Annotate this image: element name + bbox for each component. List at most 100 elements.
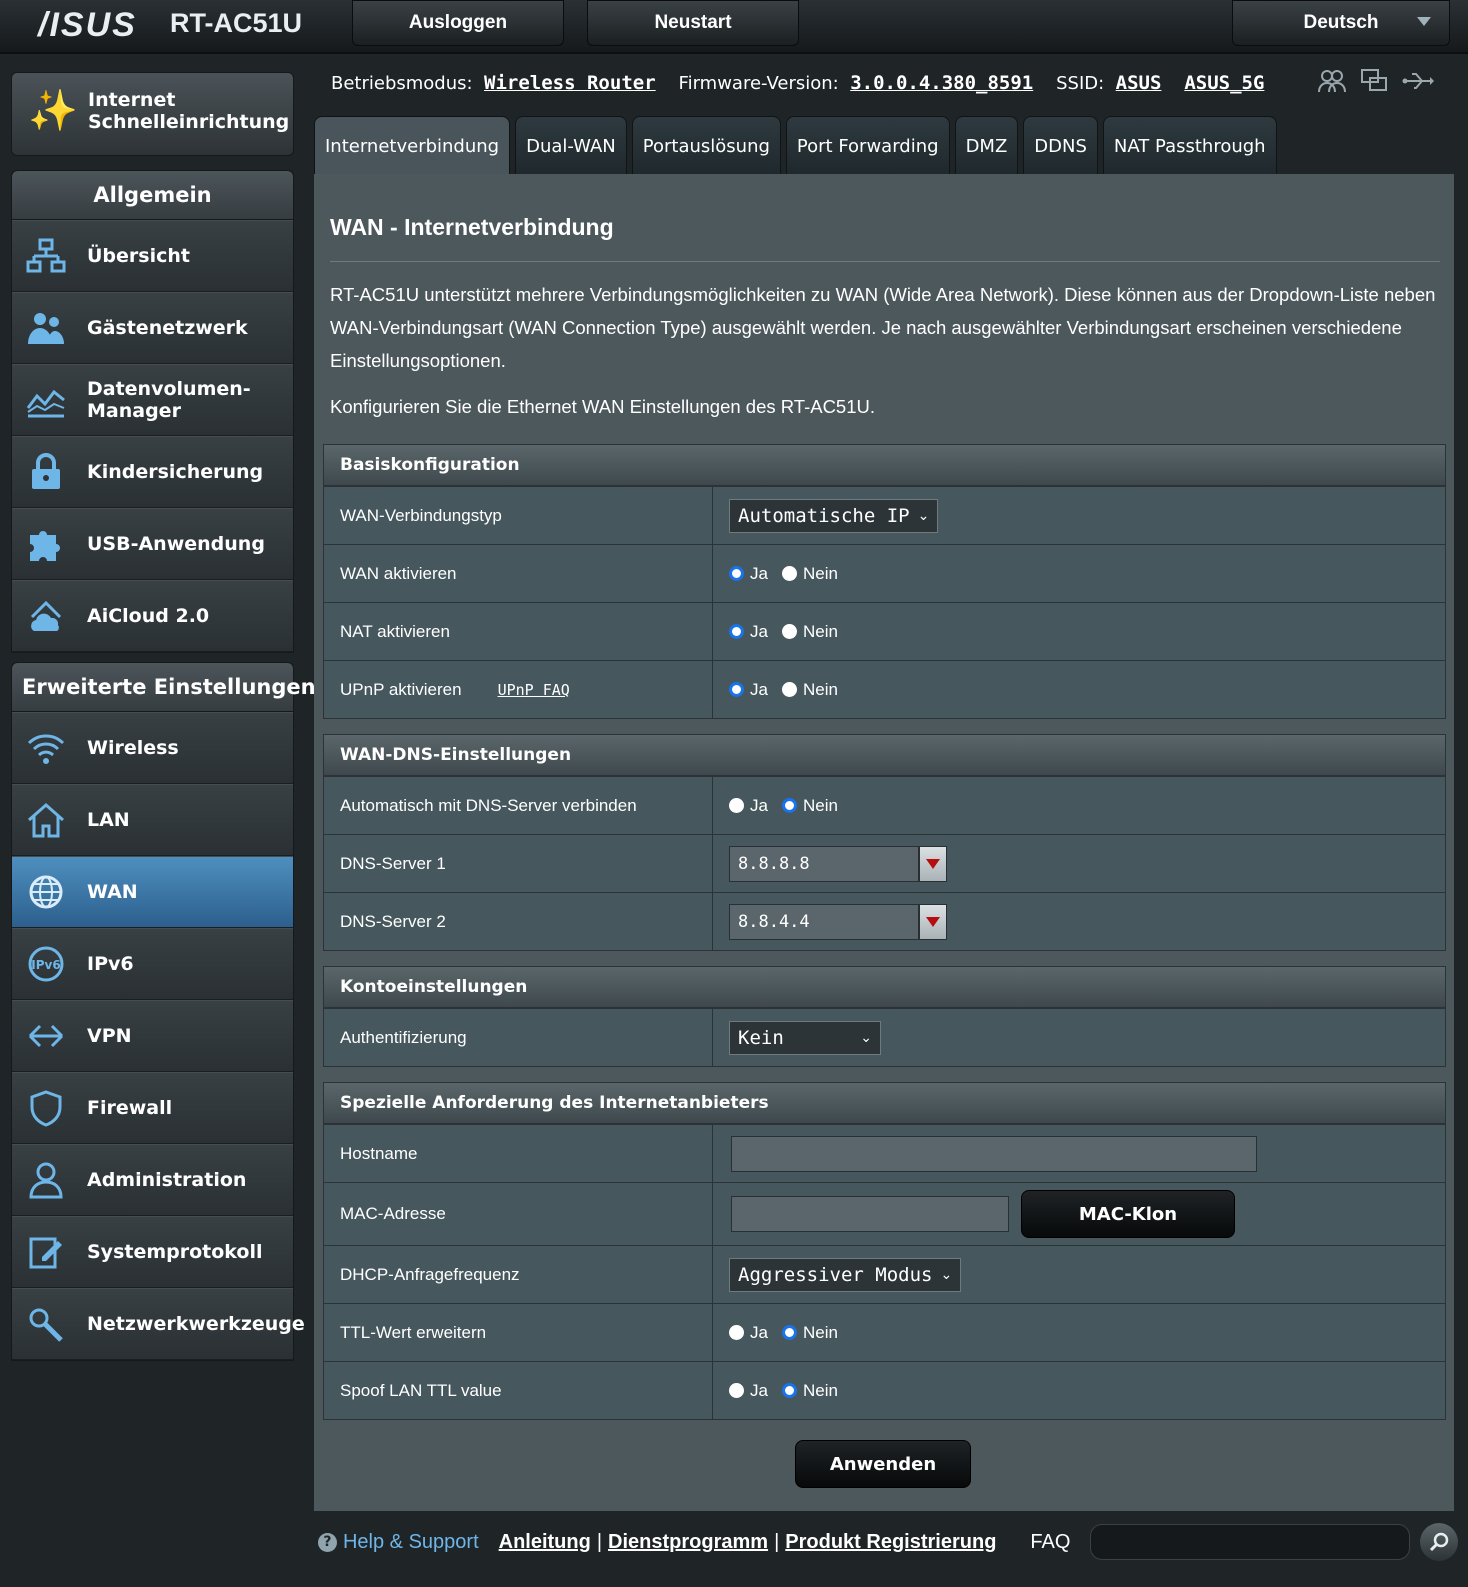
sidebar-item-label: Administration: [87, 1169, 247, 1191]
divider: [330, 261, 1440, 262]
upnp-enable-no-radio[interactable]: Nein: [781, 680, 838, 700]
hostname-input[interactable]: [731, 1135, 1257, 1172]
sidebar-item-guest-network[interactable]: Gästenetzwerk: [12, 292, 293, 364]
sidebar-item-network-map[interactable]: Übersicht: [12, 220, 293, 292]
spoof-ttl-label: Spoof LAN TTL value: [324, 1362, 713, 1419]
sidebar-item-parental-controls[interactable]: Kindersicherung: [12, 436, 293, 508]
dns2-label: DNS-Server 2: [324, 893, 713, 950]
mac-address-input[interactable]: [731, 1196, 1009, 1232]
clients-icon[interactable]: [1318, 68, 1346, 101]
tab-dual-wan[interactable]: Dual-WAN: [515, 116, 627, 176]
table-row: WAN aktivieren Ja Nein: [324, 544, 1445, 602]
table-row: Automatisch mit DNS-Server verbinden Ja …: [324, 776, 1445, 834]
sidebar-item-administration[interactable]: Administration: [12, 1144, 293, 1216]
page-description-2: Konfigurieren Sie die Ethernet WAN Einst…: [330, 396, 876, 417]
sidebar-item-label: Wireless: [87, 737, 179, 759]
logout-button[interactable]: Ausloggen: [352, 0, 564, 46]
sidebar-item-label: AiCloud 2.0: [87, 605, 210, 627]
chevron-down-icon: ⌄: [860, 1029, 872, 1046]
sidebar-item-ipv6[interactable]: IPv6 IPv6: [12, 928, 293, 1000]
tab-port-trigger[interactable]: Portauslösung: [631, 116, 781, 176]
sidebar-item-lan[interactable]: LAN: [12, 784, 293, 856]
qis-label-line2: Schnelleinrichtung: [88, 111, 290, 133]
faq-search-input[interactable]: [1090, 1524, 1411, 1560]
upnp-faq-link[interactable]: UPnP FAQ: [498, 681, 570, 699]
spoof-ttl-no-radio[interactable]: Nein: [781, 1381, 838, 1401]
search-button[interactable]: [1420, 1523, 1459, 1561]
ssid-link-2[interactable]: ASUS_5G: [1184, 72, 1264, 94]
sidebar-item-aicloud[interactable]: AiCloud 2.0: [12, 580, 293, 652]
dhcp-frequency-label: DHCP-Anfragefrequenz: [324, 1246, 713, 1303]
dns-auto-yes-radio[interactable]: Ja: [729, 796, 768, 816]
usb-icon[interactable]: [1402, 68, 1434, 101]
upnp-enable-yes-radio[interactable]: Ja: [729, 680, 768, 700]
table-row: DHCP-Anfragefrequenz Aggressiver Modus ⌄: [324, 1245, 1445, 1303]
sidebar-item-wan[interactable]: WAN: [12, 856, 293, 928]
table-row: UPnP aktivieren UPnP FAQ Ja Nein: [324, 660, 1445, 718]
globe-icon: [24, 872, 68, 912]
search-icon: [1429, 1532, 1449, 1552]
wan-dns-table: WAN-DNS-Einstellungen Automatisch mit DN…: [323, 734, 1446, 951]
wan-type-select[interactable]: Automatische IP ⌄: [729, 498, 939, 533]
sidebar-general-title: Allgemein: [12, 171, 293, 220]
dns2-input[interactable]: 8.8.4.4: [729, 903, 919, 940]
sidebar-item-usb-application[interactable]: USB-Anwendung: [12, 508, 293, 580]
wan-enable-no-radio[interactable]: Nein: [781, 564, 838, 584]
nat-enable-no-radio[interactable]: Nein: [781, 622, 838, 642]
nat-enable-yes-radio[interactable]: Ja: [729, 622, 768, 642]
ttl-extend-no-radio[interactable]: Nein: [781, 1323, 838, 1343]
language-select[interactable]: Deutsch: [1232, 0, 1450, 46]
wan-type-value: Automatische IP: [738, 504, 910, 527]
sidebar-item-label: Systemprotokoll: [87, 1241, 263, 1263]
top-bar: /ISUS RT-AC51U Ausloggen Neustart Deutsc…: [0, 0, 1468, 54]
wifi-icon: [24, 728, 68, 768]
table-row: MAC-Adresse MAC-Klon: [324, 1182, 1445, 1245]
status-line: Betriebsmodus: Wireless Router Firmware-…: [331, 72, 1264, 94]
quick-internet-setup-button[interactable]: ✨ Internet Schnelleinrichtung: [11, 72, 294, 156]
dns-auto-label: Automatisch mit DNS-Server verbinden: [324, 777, 713, 834]
sidebar-item-label: Manager: [87, 400, 181, 422]
sidebar-item-firewall[interactable]: Firewall: [12, 1072, 293, 1144]
dns1-input[interactable]: 8.8.8.8: [729, 845, 919, 882]
account-settings-table: Kontoeinstellungen Authentifizierung Kei…: [323, 966, 1446, 1067]
page-description: RT-AC51U unterstützt mehrere Verbindungs…: [330, 284, 1436, 371]
wan-enable-yes-radio[interactable]: Ja: [729, 564, 768, 584]
lock-icon: [24, 452, 68, 492]
sidebar-item-traffic-manager[interactable]: Datenvolumen- Manager: [12, 364, 293, 436]
manual-link[interactable]: Anleitung: [499, 1531, 591, 1554]
sidebar-item-label: IPv6: [87, 953, 134, 975]
dns2-dropdown-button[interactable]: [919, 903, 947, 940]
tab-port-forwarding[interactable]: Port Forwarding: [785, 116, 950, 176]
auth-select[interactable]: Kein ⌄: [729, 1020, 881, 1055]
upnp-enable-label: UPnP aktivieren: [340, 679, 462, 699]
product-registration-link[interactable]: Produkt Registrierung: [785, 1531, 996, 1554]
tab-ddns[interactable]: DDNS: [1023, 116, 1098, 176]
ssid-link-1[interactable]: ASUS: [1116, 72, 1162, 94]
reboot-button[interactable]: Neustart: [587, 0, 799, 46]
chevron-down-icon: ⌄: [940, 1266, 953, 1283]
firmware-link[interactable]: 3.0.0.4.380_8591: [850, 72, 1033, 94]
apply-button[interactable]: Anwenden: [795, 1440, 971, 1488]
sidebar-item-wireless[interactable]: Wireless: [12, 712, 293, 784]
page-title: WAN - Internetverbindung: [330, 214, 614, 240]
ttl-extend-yes-radio[interactable]: Ja: [729, 1323, 768, 1343]
utility-link[interactable]: Dienstprogramm: [608, 1531, 768, 1554]
dns-auto-no-radio[interactable]: Nein: [781, 796, 838, 816]
tab-internet-connection[interactable]: Internetverbindung: [314, 116, 511, 176]
multi-screen-icon[interactable]: [1360, 68, 1388, 101]
chevron-down-icon: ⌄: [917, 507, 930, 524]
dhcp-frequency-select[interactable]: Aggressiver Modus ⌄: [729, 1257, 962, 1292]
dns1-dropdown-button[interactable]: [919, 845, 947, 882]
spoof-ttl-yes-radio[interactable]: Ja: [729, 1381, 768, 1401]
sidebar-item-label: Übersicht: [87, 245, 190, 267]
sidebar-item-network-tools[interactable]: Netzwerkwerkzeuge: [12, 1288, 305, 1360]
tab-dmz[interactable]: DMZ: [954, 116, 1019, 176]
user-icon: [24, 1160, 68, 1200]
guest-network-icon: [24, 308, 68, 348]
mode-link[interactable]: Wireless Router: [484, 72, 656, 94]
mac-clone-button[interactable]: MAC-Klon: [1021, 1190, 1235, 1238]
sidebar-item-vpn[interactable]: VPN: [12, 1000, 293, 1072]
triangle-down-icon: [926, 858, 940, 869]
sidebar-item-system-log[interactable]: Systemprotokoll: [12, 1216, 293, 1288]
tab-nat-passthrough[interactable]: NAT Passthrough: [1102, 116, 1277, 176]
